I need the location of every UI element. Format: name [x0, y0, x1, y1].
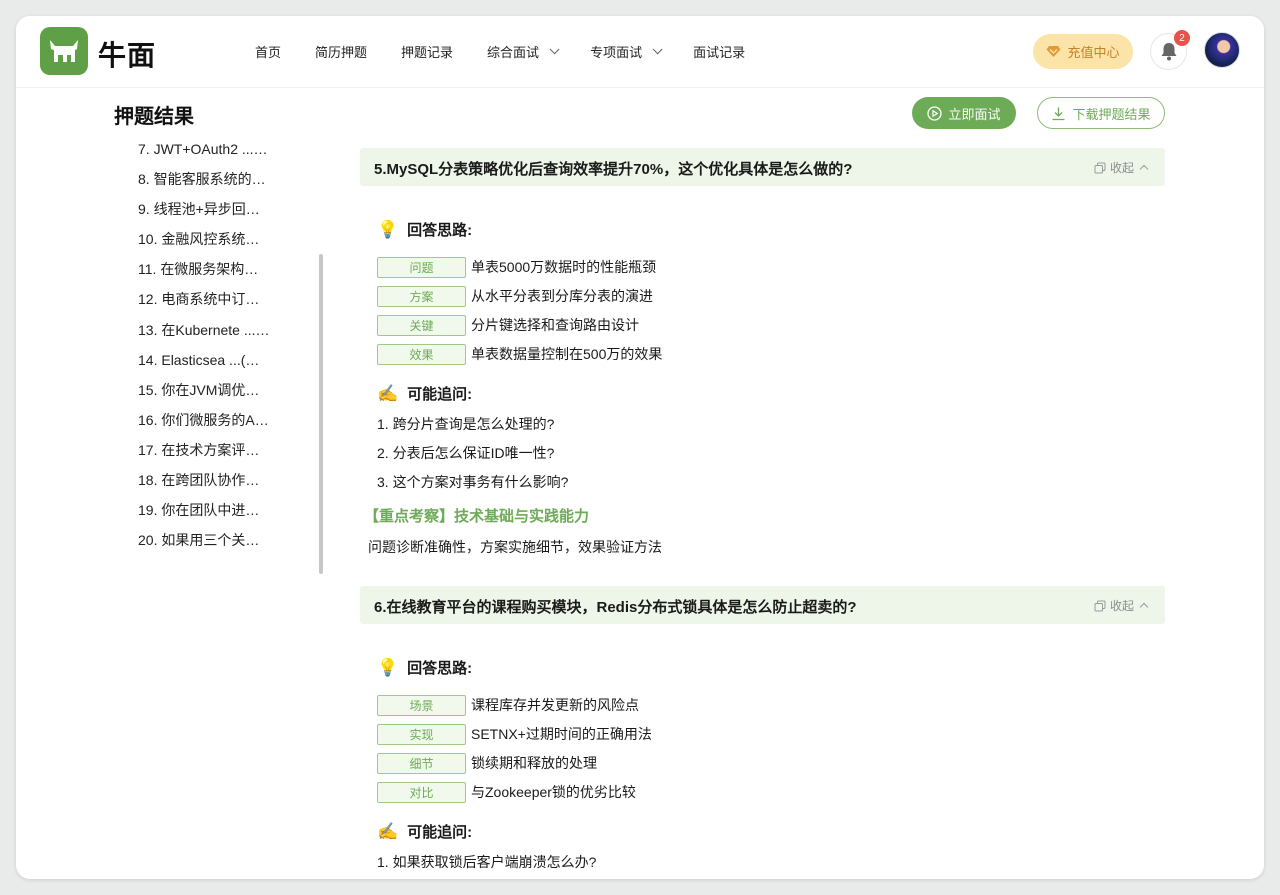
- top-header: 牛面 首页 简历押题 押题记录 综合面试 专项面试 面试记录 充值中心 2: [16, 16, 1264, 88]
- bell-icon: [1160, 42, 1178, 61]
- writing-hand-icon: ✍️: [377, 822, 398, 842]
- toc-scrollbar[interactable]: [319, 254, 323, 574]
- toc-item[interactable]: 18. 在跨团队协作…: [138, 471, 270, 501]
- answer-point: 场景课程库存并发更新的风险点: [377, 694, 639, 716]
- point-tag: 方案: [377, 286, 466, 307]
- chevron-up-icon: [1140, 165, 1148, 173]
- toc-item[interactable]: 13. 在Kubernete ...…: [138, 321, 270, 351]
- download-icon: [1051, 106, 1066, 121]
- nav-predict-records[interactable]: 押题记录: [401, 42, 453, 61]
- point-tag: 实现: [377, 724, 466, 745]
- toc-item[interactable]: 10. 金融风控系统…: [138, 230, 270, 260]
- lightbulb-icon: 💡: [377, 220, 398, 240]
- point-tag: 场景: [377, 695, 466, 716]
- avatar[interactable]: [1204, 32, 1240, 68]
- lightbulb-icon: 💡: [377, 658, 398, 678]
- answer-approach-heading: 💡回答思路:: [377, 657, 472, 678]
- page-title: 押题结果: [114, 100, 194, 129]
- toc-item[interactable]: 12. 电商系统中订…: [138, 290, 270, 320]
- toc-item[interactable]: 11. 在微服务架构…: [138, 260, 270, 290]
- chevron-up-icon: [1140, 603, 1148, 611]
- toc-item[interactable]: 14. Elasticsea ...(…: [138, 351, 270, 381]
- play-circle-icon: [927, 106, 942, 121]
- point-tag: 效果: [377, 344, 466, 365]
- toc-item[interactable]: 15. 你在JVM调优…: [138, 381, 270, 411]
- point-tag: 细节: [377, 753, 466, 774]
- nav-special-interview[interactable]: 专项面试: [590, 42, 659, 61]
- copy-icon: [1094, 162, 1106, 174]
- nav-general-interview[interactable]: 综合面试: [487, 42, 556, 61]
- question-header: 5.MySQL分表策略优化后查询效率提升70%，这个优化具体是怎么做的? 收起: [360, 148, 1165, 186]
- app-window: 牛面 首页 简历押题 押题记录 综合面试 专项面试 面试记录 充值中心 2 押题…: [16, 16, 1264, 879]
- nav-interview-records[interactable]: 面试记录: [693, 42, 745, 61]
- followup-question: 1. 跨分片查询是怎么处理的?: [377, 414, 554, 434]
- answer-point: 关键分片键选择和查询路由设计: [377, 314, 639, 336]
- focus-text: 问题诊断准确性，方案实施细节，效果验证方法: [368, 537, 662, 557]
- answer-point: 效果单表数据量控制在500万的效果: [377, 343, 662, 365]
- followup-question: 3. 这个方案对事务有什么影响?: [377, 472, 568, 492]
- chevron-down-icon: [653, 44, 663, 54]
- answer-point: 细节锁续期和释放的处理: [377, 752, 597, 774]
- question-title: 6.在线教育平台的课程购买模块，Redis分布式锁具体是怎么防止超卖的?: [374, 596, 857, 617]
- answer-point: 方案从水平分表到分库分表的演进: [377, 285, 653, 307]
- nav-home[interactable]: 首页: [255, 42, 281, 61]
- recharge-button[interactable]: 充值中心: [1033, 34, 1133, 69]
- toc-item[interactable]: 17. 在技术方案评…: [138, 441, 270, 471]
- toc-item[interactable]: 19. 你在团队中进…: [138, 501, 270, 531]
- point-tag: 关键: [377, 315, 466, 336]
- toc-item[interactable]: 7. JWT+OAuth2 ...…: [138, 140, 270, 170]
- answer-approach-heading: 💡回答思路:: [377, 219, 472, 240]
- download-results-button[interactable]: 下载押题结果: [1037, 97, 1165, 129]
- point-tag: 问题: [377, 257, 466, 278]
- question-header: 6.在线教育平台的课程购买模块，Redis分布式锁具体是怎么防止超卖的? 收起: [360, 586, 1165, 624]
- toc-item[interactable]: 20. 如果用三个关…: [138, 531, 270, 561]
- followup-question: 1. 如果获取锁后客户端崩溃怎么办?: [377, 852, 596, 872]
- copy-icon: [1094, 600, 1106, 612]
- collapse-button[interactable]: 收起: [1094, 597, 1147, 614]
- question-title: 5.MySQL分表策略优化后查询效率提升70%，这个优化具体是怎么做的?: [374, 158, 852, 179]
- toc-item[interactable]: 16. 你们微服务的A…: [138, 411, 270, 441]
- toc-item[interactable]: 9. 线程池+异步回…: [138, 200, 270, 230]
- toc-item[interactable]: 8. 智能客服系统的…: [138, 170, 270, 200]
- notification-badge: 2: [1174, 30, 1190, 46]
- followup-question: 2. 分表后怎么保证ID唯一性?: [377, 443, 554, 463]
- app-name[interactable]: 牛面: [98, 34, 156, 74]
- start-interview-button[interactable]: 立即面试: [912, 97, 1016, 129]
- question-toc: 7. JWT+OAuth2 ...… 8. 智能客服系统的… 9. 线程池+异步…: [138, 140, 270, 561]
- collapse-button[interactable]: 收起: [1094, 159, 1147, 176]
- focus-heading: 【重点考察】技术基础与实践能力: [364, 505, 589, 526]
- point-tag: 对比: [377, 782, 466, 803]
- diamond-icon: [1046, 45, 1061, 58]
- answer-point: 实现SETNX+过期时间的正确用法: [377, 723, 652, 745]
- main-nav: 首页 简历押题 押题记录 综合面试 专项面试 面试记录: [255, 16, 779, 86]
- nav-resume-predict[interactable]: 简历押题: [315, 42, 367, 61]
- followups-heading: ✍️可能追问:: [377, 383, 472, 404]
- followups-heading: ✍️可能追问:: [377, 821, 472, 842]
- chevron-down-icon: [550, 44, 560, 54]
- logo-icon[interactable]: [40, 27, 88, 75]
- answer-point: 对比与Zookeeper锁的优劣比较: [377, 781, 636, 803]
- writing-hand-icon: ✍️: [377, 384, 398, 404]
- answer-point: 问题单表5000万数据时的性能瓶颈: [377, 256, 656, 278]
